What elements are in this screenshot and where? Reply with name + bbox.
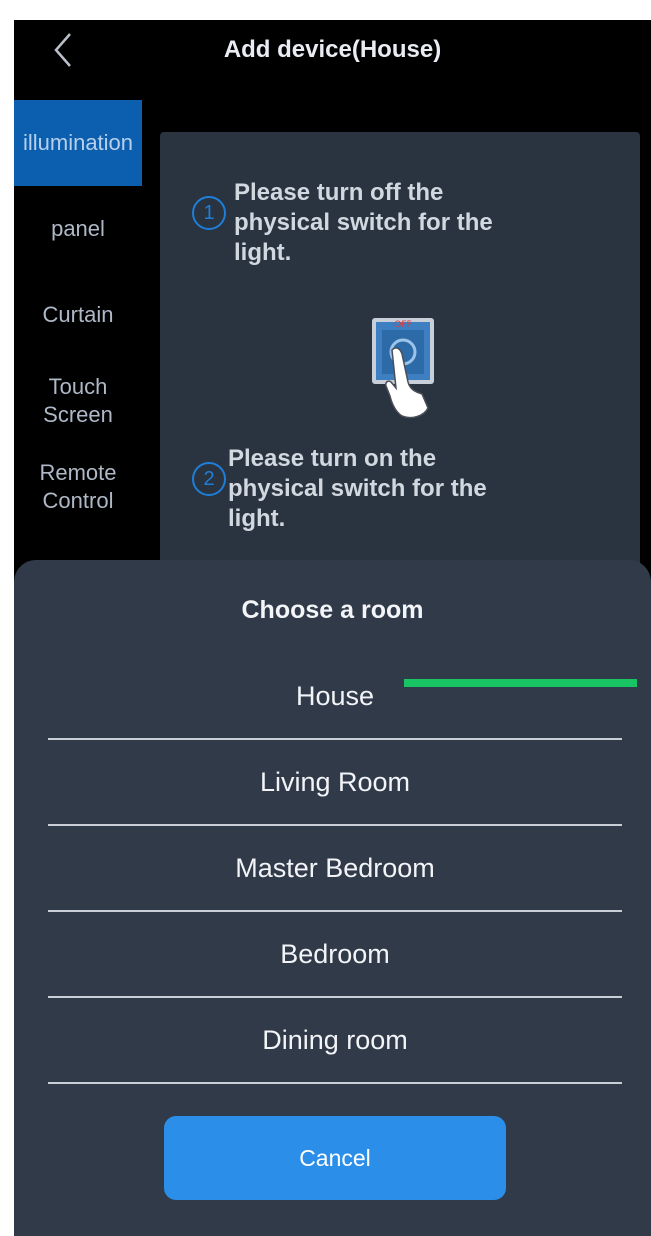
room-option-living-room[interactable]: Living Room — [48, 740, 622, 826]
room-option-bedroom[interactable]: Bedroom — [48, 912, 622, 998]
sidebar-item-label: panel — [51, 216, 105, 241]
switch-off-hand-icon: OFF — [352, 312, 452, 424]
sidebar-item-curtain[interactable]: Curtain — [14, 272, 142, 358]
cancel-button[interactable]: Cancel — [164, 1116, 506, 1200]
sidebar-item-remote-control[interactable]: Remote Control — [14, 444, 142, 530]
sidebar-item-panel[interactable]: panel — [14, 186, 142, 272]
sidebar-item-label: Curtain — [42, 302, 114, 327]
step-1: 1 Please turn off the physical switch fo… — [192, 178, 544, 268]
room-list[interactable]: House Living Room Master Bedroom Bedroom… — [48, 654, 622, 1146]
sidebar-item-illumination[interactable]: illumination — [14, 100, 142, 186]
sidebar-item-label: Touch Screen — [43, 374, 113, 427]
sheet-title: Choose a room — [241, 596, 424, 624]
room-option-dining-room[interactable]: Dining room — [48, 998, 622, 1084]
room-option-house[interactable]: House — [48, 654, 622, 740]
category-sidebar: illumination panel Curtain Touch Screen … — [14, 100, 142, 530]
switch-off-label: OFF — [394, 320, 411, 330]
step-text: Please turn off the physical switch for … — [234, 179, 493, 266]
sidebar-item-label: illumination — [22, 130, 134, 155]
header: Add device(House) — [14, 20, 651, 80]
step-number: 1 — [192, 196, 226, 230]
app-screen: Add device(House) illumination panel Cur… — [14, 20, 651, 1236]
sidebar-item-touch-screen[interactable]: Touch Screen — [14, 358, 142, 444]
selection-indicator — [404, 679, 637, 687]
sidebar-item-label: Remote Control — [39, 460, 117, 513]
page-title: Add device(House) — [223, 36, 442, 63]
instructions-card: 1 Please turn off the physical switch fo… — [160, 132, 640, 592]
room-option-master-bedroom[interactable]: Master Bedroom — [48, 826, 622, 912]
step-2: 2 Please turn on the physical switch for… — [192, 444, 538, 534]
step-text: Please turn on the physical switch for t… — [228, 445, 487, 532]
step-number: 2 — [192, 462, 226, 496]
